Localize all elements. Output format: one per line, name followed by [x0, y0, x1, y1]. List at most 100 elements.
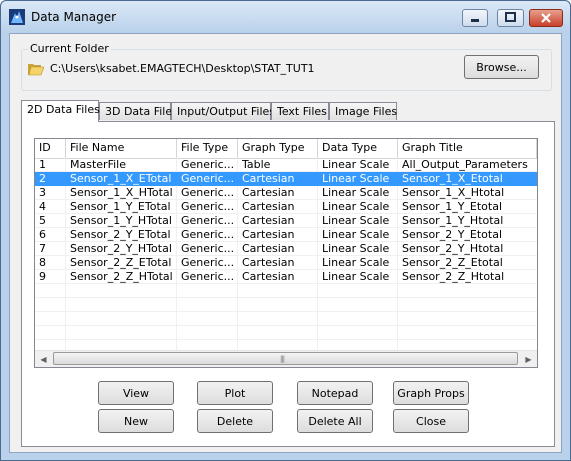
cell-graph-type: Cartesian — [242, 228, 295, 241]
tab-input-output-files[interactable]: Input/Output Files — [171, 102, 275, 120]
cell-graph-type: Cartesian — [242, 200, 295, 213]
column-header-file-type[interactable]: File Type — [177, 139, 238, 158]
list-header: ID File Name File Type Graph Type Data T… — [35, 139, 537, 159]
list-body: 1 MasterFile Generic... Table Linear Scale Al… — [35, 158, 537, 351]
tab-2d-data-files[interactable]: 2D Data Files — [21, 100, 100, 122]
data-manager-app-icon — [9, 9, 25, 25]
cell-file-name: Sensor_2_Z_HTotal — [70, 270, 173, 283]
cell-id: 5 — [39, 214, 46, 227]
close-button[interactable]: Close — [393, 409, 469, 433]
cell-graph-type: Cartesian — [242, 214, 295, 227]
table-row[interactable]: 1 MasterFile Generic... Table Linear Scale Al… — [35, 158, 537, 172]
scrollbar-thumb[interactable]: ||| — [53, 352, 518, 365]
cell-file-name: Sensor_2_Y_ETotal — [70, 228, 171, 241]
column-header-graph-type[interactable]: Graph Type — [238, 139, 318, 158]
cell-graph-title: Sensor_1_Y_Htotal — [402, 214, 504, 227]
view-button[interactable]: View — [98, 381, 174, 405]
table-row[interactable]: 4 Sensor_1_Y_ETotal Generic... Cartesian Lin… — [35, 200, 537, 214]
cell-graph-title: Sensor_2_Y_Etotal — [402, 228, 503, 241]
table-row[interactable]: 2 Sensor_1_X_ETotal Generic... Cartesian Lin… — [35, 172, 537, 186]
cell-id: 2 — [39, 172, 46, 185]
cell-graph-title: Sensor_2_Y_Htotal — [402, 242, 504, 255]
close-window-button[interactable] — [529, 9, 563, 27]
cell-data-type: Linear Scale — [322, 228, 390, 241]
tab-panel-2d-data-files: ID File Name File Type Graph Type Data T… — [21, 121, 555, 447]
new-button[interactable]: New — [98, 409, 174, 433]
cell-data-type: Linear Scale — [322, 270, 390, 283]
cell-file-type: Generic... — [181, 172, 235, 185]
cell-file-type: Generic... — [181, 242, 235, 255]
cell-file-type: Generic... — [181, 186, 235, 199]
cell-id: 3 — [39, 186, 46, 199]
cell-file-type: Generic... — [181, 256, 235, 269]
cell-graph-type: Cartesian — [242, 256, 295, 269]
current-folder-label: Current Folder — [28, 42, 111, 55]
column-header-file-name[interactable]: File Name — [66, 139, 177, 158]
graph-props-button[interactable]: Graph Props — [393, 381, 469, 405]
cell-file-name: Sensor_1_X_HTotal — [70, 186, 173, 199]
cell-file-name: Sensor_1_Y_ETotal — [70, 200, 171, 213]
cell-file-name: Sensor_2_Z_ETotal — [70, 256, 172, 269]
cell-graph-type: Cartesian — [242, 242, 295, 255]
cell-file-type: Generic... — [181, 214, 235, 227]
cell-id: 1 — [39, 158, 46, 171]
title-bar[interactable]: Data Manager — [1, 1, 570, 33]
cell-graph-type: Cartesian — [242, 270, 295, 283]
window-title: Data Manager — [31, 10, 117, 24]
cell-data-type: Linear Scale — [322, 200, 390, 213]
cell-data-type: Linear Scale — [322, 242, 390, 255]
delete-all-button[interactable]: Delete All — [297, 409, 373, 433]
current-folder-path: C:\Users\ksabet.EMAGTECH\Desktop\STAT_TU… — [50, 62, 315, 75]
table-row[interactable]: 3 Sensor_1_X_HTotal Generic... Cartesian Lin… — [35, 186, 537, 200]
cell-id: 7 — [39, 242, 46, 255]
tab-3d-data-files[interactable]: 3D Data Files — [99, 102, 178, 120]
horizontal-scrollbar[interactable]: ◀ ||| ▶ — [35, 350, 537, 367]
cell-id: 9 — [39, 270, 46, 283]
data-manager-window: Data Manager Current Folder C:\Users\ksa… — [0, 0, 571, 461]
tab-text-files[interactable]: Text Files — [271, 102, 329, 120]
scroll-right-arrow-icon[interactable]: ▶ — [520, 351, 537, 367]
cell-file-type: Generic... — [181, 158, 235, 171]
browse-button[interactable]: Browse... — [464, 55, 539, 79]
column-header-id[interactable]: ID — [35, 139, 66, 158]
column-header-data-type[interactable]: Data Type — [318, 139, 398, 158]
cell-file-name: Sensor_1_Y_HTotal — [70, 214, 172, 227]
cell-file-name: Sensor_1_X_ETotal — [70, 172, 172, 185]
cell-graph-title: Sensor_1_Y_Etotal — [402, 200, 503, 213]
cell-graph-title: Sensor_2_Z_Htotal — [402, 270, 505, 283]
notepad-button[interactable]: Notepad — [297, 381, 373, 405]
table-row[interactable]: 5 Sensor_1_Y_HTotal Generic... Cartesian Lin… — [35, 214, 537, 228]
cell-id: 8 — [39, 256, 46, 269]
maximize-icon — [505, 12, 516, 22]
table-row[interactable]: 8 Sensor_2_Z_ETotal Generic... Cartesian Lin… — [35, 256, 537, 270]
minimize-button[interactable] — [462, 9, 488, 27]
client-area: Current Folder C:\Users\ksabet.EMAGTECH\… — [9, 33, 562, 453]
tab-image-files[interactable]: Image Files — [329, 102, 397, 120]
cell-data-type: Linear Scale — [322, 256, 390, 269]
cell-data-type: Linear Scale — [322, 158, 390, 171]
scrollbar-grip-icon: ||| — [280, 355, 285, 363]
cell-file-name: MasterFile — [70, 158, 126, 171]
table-row[interactable]: 7 Sensor_2_Y_HTotal Generic... Cartesian Lin… — [35, 242, 537, 256]
data-files-list[interactable]: ID File Name File Type Graph Type Data T… — [34, 138, 538, 368]
cell-id: 4 — [39, 200, 46, 213]
cell-graph-title: Sensor_1_X_Etotal — [402, 172, 503, 185]
table-row[interactable]: 6 Sensor_2_Y_ETotal Generic... Cartesian Lin… — [35, 228, 537, 242]
cell-file-type: Generic... — [181, 228, 235, 241]
current-folder-group: Current Folder C:\Users\ksabet.EMAGTECH\… — [21, 42, 552, 91]
cell-graph-type: Cartesian — [242, 186, 295, 199]
table-row[interactable]: 9 Sensor_2_Z_HTotal Generic... Cartesian Lin… — [35, 270, 537, 284]
scroll-left-arrow-icon[interactable]: ◀ — [35, 351, 52, 367]
maximize-button[interactable] — [497, 9, 524, 27]
cell-graph-title: Sensor_1_X_Htotal — [402, 186, 505, 199]
cell-data-type: Linear Scale — [322, 214, 390, 227]
plot-button[interactable]: Plot — [197, 381, 273, 405]
cell-file-type: Generic... — [181, 270, 235, 283]
open-folder-icon — [28, 64, 44, 76]
cell-file-name: Sensor_2_Y_HTotal — [70, 242, 172, 255]
cell-data-type: Linear Scale — [322, 186, 390, 199]
cell-graph-type: Cartesian — [242, 172, 295, 185]
cell-id: 6 — [39, 228, 46, 241]
delete-button[interactable]: Delete — [197, 409, 273, 433]
column-header-graph-title[interactable]: Graph Title — [398, 139, 537, 158]
